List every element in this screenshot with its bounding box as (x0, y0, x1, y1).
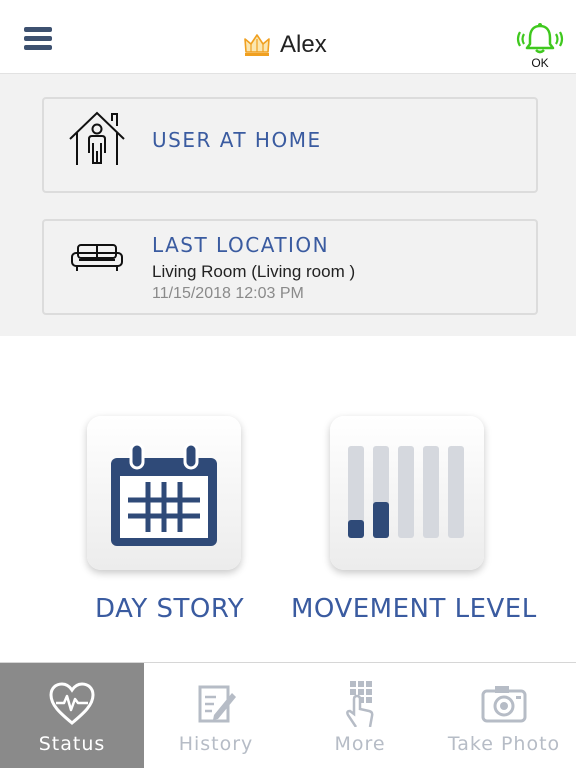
last-location-card[interactable]: LAST LOCATION Living Room (Living room )… (42, 219, 538, 315)
level-bar-filled (348, 520, 364, 538)
level-bar-track (448, 446, 464, 538)
tab-more[interactable]: More (288, 663, 432, 768)
location-room: Living Room (Living room ) (152, 262, 356, 281)
header-title: Alex (242, 30, 327, 60)
day-story-button[interactable] (87, 416, 241, 570)
calendar-icon (111, 442, 217, 546)
user-at-home-title: USER AT HOME (152, 128, 322, 152)
tab-take-photo[interactable]: Take Photo (432, 663, 576, 768)
level-bar-track (423, 446, 439, 538)
camera-icon (481, 686, 527, 723)
day-story-label: DAY STORY (95, 594, 245, 624)
tab-history-label: History (178, 733, 254, 755)
last-location-title: LAST LOCATION (152, 233, 330, 257)
level-bar-filled (373, 502, 389, 538)
bottom-tab-bar: Status History More Take Photo (0, 662, 576, 768)
status-panel: USER AT HOME LAST LOCATION Living Room (… (0, 74, 576, 336)
tab-more-label: More (334, 733, 386, 755)
bar-level-icon (348, 446, 464, 538)
location-timestamp: 11/15/2018 12:03 PM (152, 285, 304, 302)
sofa-icon (71, 244, 123, 271)
heart-pulse-icon (49, 682, 95, 725)
house-person-icon (69, 111, 125, 165)
movement-level-button[interactable] (330, 416, 484, 570)
alarm-status-label: OK (531, 56, 549, 70)
user-at-home-card[interactable]: USER AT HOME (42, 97, 538, 193)
level-bar-track (398, 446, 414, 538)
tab-status-label: Status (38, 733, 106, 755)
edit-note-icon (198, 685, 236, 723)
user-name: Alex (280, 31, 327, 58)
bell-ringing-icon (516, 23, 564, 54)
app-header: Alex OK (0, 0, 576, 74)
movement-level-label: MOVEMENT LEVEL (291, 594, 537, 624)
grid-tap-icon (346, 681, 374, 727)
menu-button[interactable] (24, 27, 52, 53)
tab-take-photo-label: Take Photo (447, 733, 561, 755)
alarm-button[interactable]: OK (516, 22, 564, 70)
tab-history[interactable]: History (144, 663, 288, 768)
hamburger-icon (24, 27, 52, 32)
tab-status[interactable]: Status (0, 663, 144, 768)
crown-icon (244, 34, 270, 56)
